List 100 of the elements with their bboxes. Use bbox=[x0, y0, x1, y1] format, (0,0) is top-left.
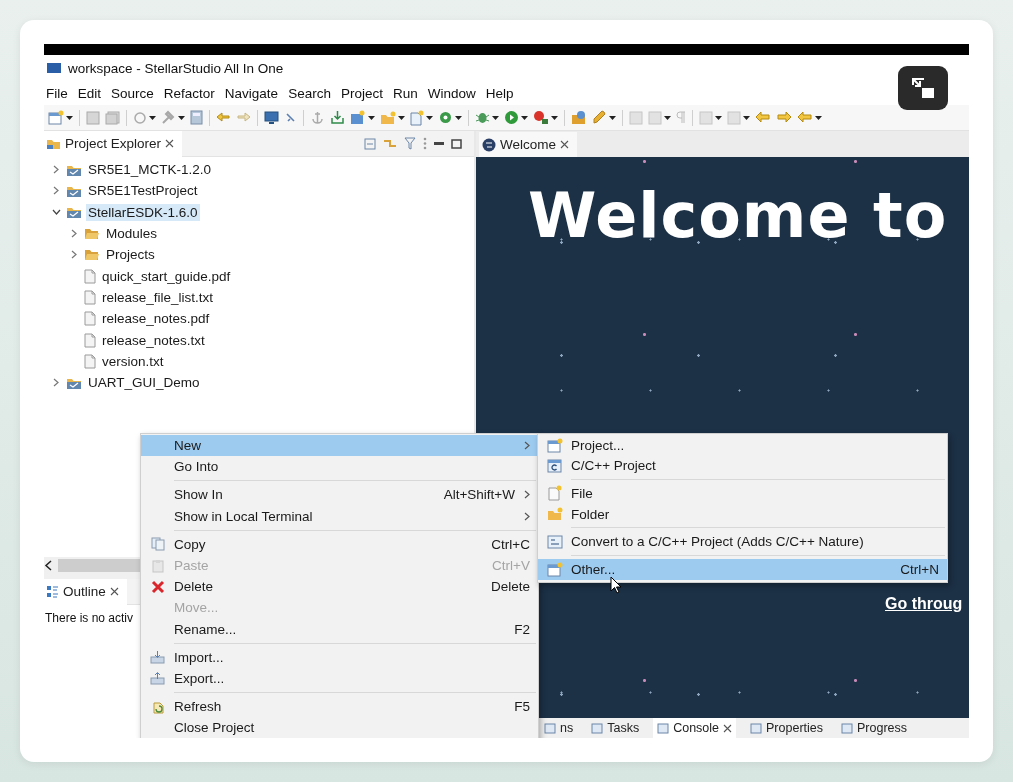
chevron-right-icon bbox=[524, 441, 530, 451]
outline-icon bbox=[46, 585, 59, 598]
chevron-right-icon bbox=[53, 165, 59, 175]
folder-icon bbox=[84, 248, 100, 262]
disabled-tool-icon bbox=[648, 110, 662, 125]
chevron-right-icon bbox=[71, 229, 77, 239]
menu-item[interactable]: Import... bbox=[141, 646, 538, 668]
new-file-icon bbox=[410, 109, 424, 126]
tree-item[interactable]: UART_GUI_Demo bbox=[86, 374, 202, 392]
arrow-left-icon bbox=[216, 111, 231, 124]
menu-bar-item[interactable]: Search bbox=[286, 83, 336, 103]
menu-item[interactable]: New bbox=[141, 435, 538, 457]
tree-toggle[interactable] bbox=[50, 209, 62, 216]
window-title: workspace - StellarStudio All In One bbox=[68, 60, 284, 76]
view-tab[interactable]: Tasks bbox=[587, 718, 644, 738]
refresh-icon bbox=[150, 699, 165, 714]
chevron-right-icon bbox=[53, 378, 59, 388]
arrow-left-icon bbox=[797, 111, 813, 124]
view-tab[interactable]: Project Explorer bbox=[44, 130, 183, 157]
menu-item[interactable]: Folder bbox=[538, 503, 947, 525]
menu-bar-item[interactable]: Window bbox=[425, 83, 481, 103]
outline-message: There is no activ bbox=[45, 611, 134, 625]
pilcrow-icon bbox=[676, 111, 686, 124]
explorer-icon bbox=[46, 137, 61, 150]
menu-item[interactable]: Show in Local Terminal bbox=[141, 505, 538, 527]
view-icon bbox=[591, 722, 604, 734]
tree-item[interactable]: StellarESDK-1.6.0 bbox=[86, 203, 200, 221]
tree-item[interactable]: SR5E1_MCTK-1.2.0 bbox=[86, 161, 214, 179]
view-tab[interactable]: Console bbox=[653, 718, 737, 738]
chevron-right-icon bbox=[71, 250, 77, 260]
export-icon bbox=[150, 671, 165, 685]
filter-icon bbox=[404, 137, 416, 150]
tree-item[interactable]: quick_start_guide.pdf bbox=[100, 267, 233, 285]
copy-icon bbox=[150, 537, 165, 552]
caret-icon bbox=[66, 115, 73, 120]
menu-item[interactable]: Copy Ctrl+C bbox=[141, 533, 538, 555]
menu-item[interactable]: Show In Alt+Shift+W bbox=[141, 484, 538, 506]
menu-bar-item[interactable]: Project bbox=[338, 83, 388, 103]
file-icon bbox=[84, 332, 96, 348]
save-all-icon bbox=[105, 110, 120, 125]
tree-item[interactable]: release_file_list.txt bbox=[100, 288, 216, 306]
view-tab[interactable]: ns bbox=[540, 718, 578, 738]
save-icon bbox=[86, 110, 100, 125]
bug-icon bbox=[475, 110, 490, 125]
menu-bar-item[interactable]: Edit bbox=[75, 83, 107, 103]
view-tab[interactable]: Outline bbox=[44, 578, 127, 605]
menu-item[interactable]: File bbox=[538, 483, 947, 504]
chevron-right-icon bbox=[524, 490, 530, 500]
arrow-left-icon bbox=[755, 111, 771, 124]
menu-item[interactable]: Other... Ctrl+N bbox=[538, 558, 947, 580]
hammer-icon bbox=[161, 110, 176, 125]
close-icon bbox=[723, 723, 733, 733]
menu-item[interactable]: Delete Delete bbox=[141, 576, 538, 598]
menu-item[interactable]: Refresh F5 bbox=[141, 696, 538, 718]
menu-item[interactable]: Project... bbox=[538, 435, 947, 456]
disabled-tool-icon bbox=[727, 110, 741, 125]
new-window-icon bbox=[546, 437, 563, 453]
collapse-all-icon bbox=[364, 137, 376, 150]
menu-bar-item[interactable]: Refactor bbox=[161, 83, 220, 103]
editor-tab[interactable]: Welcome bbox=[479, 132, 578, 157]
project-folder-icon bbox=[66, 205, 82, 220]
menu-item[interactable]: Rename... F2 bbox=[141, 618, 538, 640]
caret-icon bbox=[715, 115, 722, 120]
tree-item[interactable]: version.txt bbox=[100, 352, 166, 370]
convert-icon bbox=[546, 534, 563, 549]
tree-item[interactable]: release_notes.txt bbox=[100, 331, 207, 349]
file-icon bbox=[84, 311, 96, 327]
play-icon bbox=[504, 110, 519, 125]
view-tab[interactable]: Progress bbox=[837, 718, 912, 738]
exit-fullscreen-icon bbox=[910, 76, 936, 100]
folder-icon bbox=[84, 227, 100, 241]
menu-item[interactable]: C/C++ Project bbox=[538, 455, 947, 477]
tree-item[interactable]: Modules bbox=[104, 225, 160, 243]
menu-bar-item[interactable]: Source bbox=[109, 83, 159, 103]
gear-icon bbox=[438, 110, 453, 125]
menu-bar-item[interactable]: Navigate bbox=[222, 83, 284, 103]
new-folder-icon bbox=[380, 110, 396, 125]
delete-icon bbox=[150, 579, 165, 594]
caret-icon bbox=[398, 115, 405, 120]
exit-fullscreen-button[interactable] bbox=[898, 66, 948, 110]
menu-item[interactable]: Convert to a C/C++ Project (Adds C/C++ Nature) bbox=[538, 531, 947, 552]
menu-item[interactable]: Close Project bbox=[141, 717, 538, 738]
caret-icon bbox=[609, 115, 616, 120]
menu-item[interactable]: Go Into bbox=[141, 456, 538, 478]
link-icon bbox=[383, 137, 397, 150]
tutorial-link[interactable]: Go throug bbox=[885, 595, 963, 613]
caret-icon bbox=[492, 115, 499, 120]
tree-item[interactable]: release_notes.pdf bbox=[100, 310, 212, 328]
menu-item[interactable]: Export... bbox=[141, 667, 538, 690]
monitor-icon bbox=[264, 110, 279, 125]
new-project-icon bbox=[350, 110, 366, 125]
view-tab[interactable]: Properties bbox=[746, 718, 827, 738]
menu-bar-item[interactable]: Run bbox=[390, 83, 423, 103]
welcome-heading: Welcome to bbox=[528, 179, 949, 252]
package-icon bbox=[571, 110, 587, 125]
tree-item[interactable]: Projects bbox=[104, 246, 157, 264]
menu-bar-item[interactable]: File bbox=[44, 83, 73, 103]
menu-bar-item[interactable]: Help bbox=[483, 83, 519, 103]
chevron-right-icon bbox=[53, 186, 59, 196]
tree-item[interactable]: SR5E1TestProject bbox=[86, 182, 200, 200]
